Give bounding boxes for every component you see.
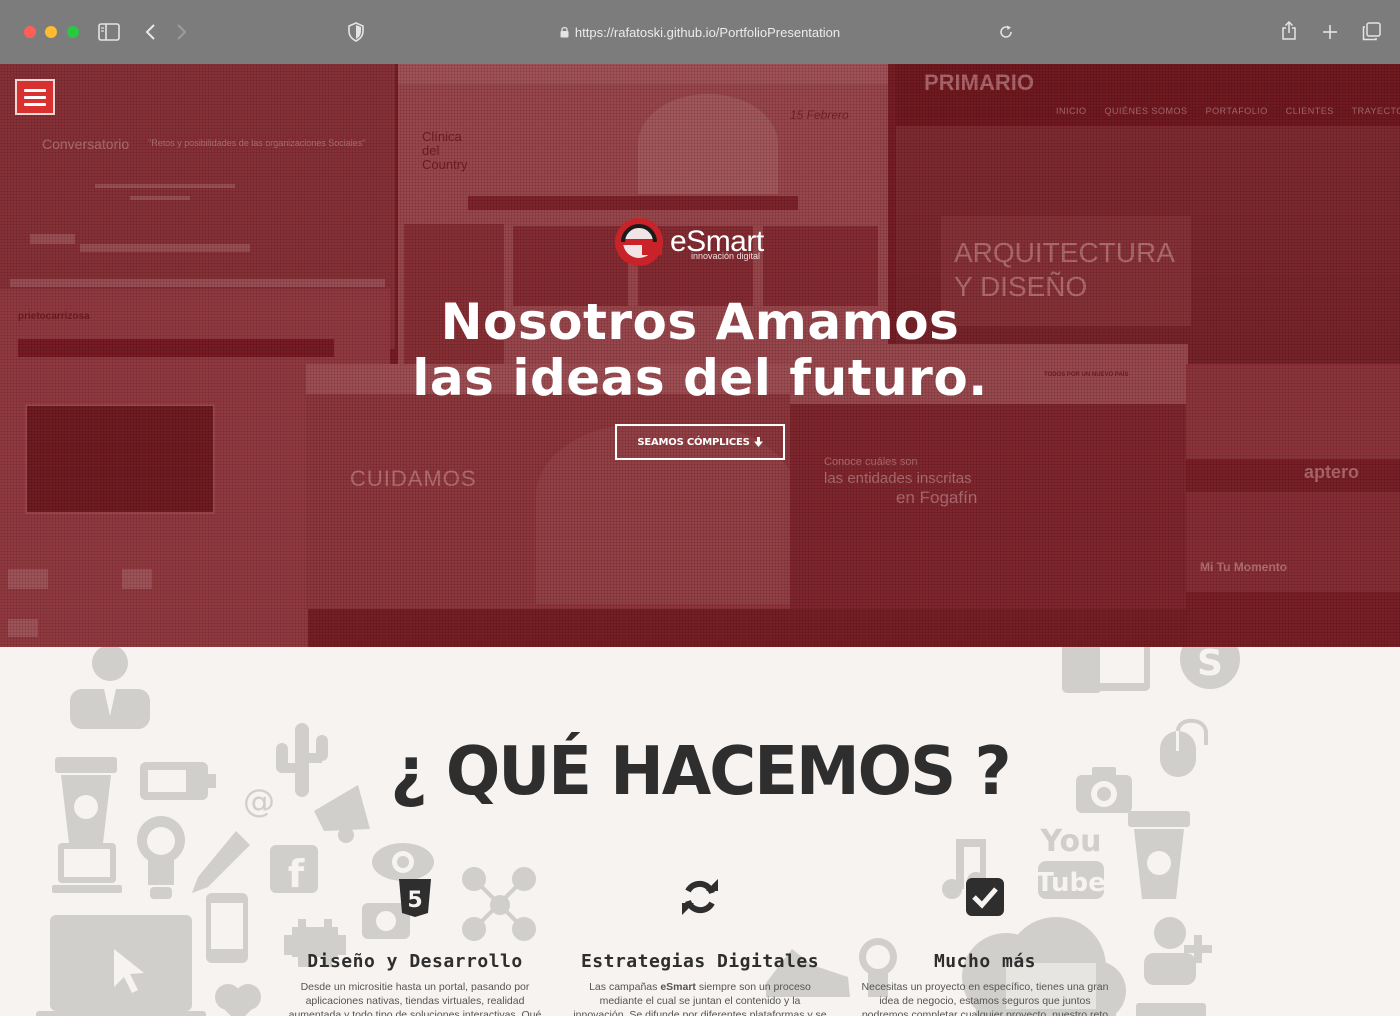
lock-icon: [560, 26, 569, 38]
heart-icon: [215, 984, 261, 1016]
lightbulb-icon: [137, 816, 185, 899]
esmart-e-icon: [615, 218, 663, 266]
cta-label: SEAMOS CÓMPLICES: [637, 436, 750, 448]
shield-icon[interactable]: [348, 22, 364, 42]
devices-icon: [1062, 647, 1150, 693]
forward-icon[interactable]: [176, 23, 188, 41]
coffee-cup-icon: [55, 757, 117, 843]
keyboard-icon: [1136, 1003, 1206, 1016]
service-description: Necesitas un proyecto en específico, tie…: [861, 981, 1109, 1016]
screen-sub: Mi Tu Momento: [1200, 560, 1288, 574]
portfolio-screen-aptero: aptero Mi Tu Momento: [1186, 364, 1400, 647]
service-title: Diseño y Desarrollo: [307, 951, 523, 972]
arrow-down-icon: [753, 437, 763, 447]
services-heading: ¿ QUÉ HACEMOS ?: [390, 733, 1011, 811]
smartphone-icon: [206, 893, 248, 963]
screen-line1: Conoce cuáles son: [824, 456, 918, 468]
hero-title-line1: Nosotros Amamos: [440, 293, 960, 351]
computer-mouse-icon: [1160, 718, 1208, 777]
esmart-logo: eSmart innovación digital: [614, 214, 794, 270]
zoom-window-button[interactable]: [67, 26, 79, 38]
screen-title: CUIDAMOS: [350, 466, 477, 491]
hamburger-icon: [24, 88, 46, 92]
html5-icon: 5: [399, 879, 431, 917]
screen-title: Clínica del Country: [422, 129, 468, 172]
battery-icon: [140, 762, 216, 800]
service-design-development: 5 Diseño y Desarrollo Desde un micrositi…: [280, 877, 550, 1016]
services-section: S @ f You Tube ¿ QUÉ HACEMOS ? 5 Diseño …: [0, 647, 1400, 1016]
service-description: Las campañas eSmart siempre son un proce…: [573, 981, 827, 1016]
portfolio-screen-strip: [308, 609, 1188, 647]
screen-title: aptero: [1304, 462, 1360, 482]
skype-icon: S: [1180, 647, 1240, 689]
tabs-icon[interactable]: [1362, 22, 1381, 41]
refresh-icon: [682, 879, 718, 915]
screen-line: "Retos y posibilidades de las organizaci…: [148, 138, 366, 148]
svg-text:S: S: [1197, 647, 1223, 684]
share-icon[interactable]: [1281, 21, 1297, 41]
address-bar[interactable]: https://rafatoski.github.io/PortfolioPre…: [520, 20, 880, 44]
screen-title: Conversatorio: [42, 136, 130, 152]
coffee-cup-right-icon: [1128, 811, 1190, 899]
add-user-icon: [1144, 917, 1212, 985]
service-digital-strategies: Estrategias Digitales Las campañas eSmar…: [565, 877, 835, 1016]
svg-text:@: @: [243, 785, 275, 819]
svg-text:You: You: [1040, 824, 1102, 859]
svg-text:5: 5: [407, 888, 422, 913]
url-text: https://rafatoski.github.io/PortfolioPre…: [574, 24, 841, 40]
service-title: Mucho más: [933, 951, 1037, 972]
screen-nav: INICIO QUIÉNES SOMOS PORTAFOLIO CLIENTES…: [1056, 106, 1400, 116]
eye-icon: [372, 843, 434, 881]
laptop-cursor-icon: [36, 915, 206, 1016]
screen-line3: en Fogafín: [896, 488, 978, 507]
browser-toolbar: https://rafatoski.github.io/PortfolioPre…: [0, 0, 1400, 64]
at-sign-icon: @: [243, 785, 275, 819]
sidebar-icon[interactable]: [98, 23, 120, 41]
hero-section: Conversatorio "Retos y posibilidades de …: [0, 64, 1400, 647]
reload-icon[interactable]: [999, 25, 1013, 39]
menu-button[interactable]: [15, 79, 55, 115]
new-tab-icon[interactable]: [1322, 24, 1338, 40]
hero-title: Nosotros Amamos las ideas del futuro.: [300, 294, 1100, 406]
screen-line2: las entidades inscritas: [824, 470, 972, 487]
service-much-more: Mucho más Necesitas un proyecto en espec…: [850, 877, 1120, 1016]
seamos-complices-button[interactable]: SEAMOS CÓMPLICES: [615, 424, 785, 460]
service-title: Estrategias Digitales: [580, 951, 820, 972]
back-icon[interactable]: [144, 23, 156, 41]
minimize-window-button[interactable]: [45, 26, 57, 38]
hero-title-line2: las ideas del futuro.: [412, 349, 988, 407]
checkbox-icon: [966, 878, 1004, 916]
service-description: Desde un micrositie hasta un portal, pas…: [288, 981, 542, 1016]
screen-title: PRIMARIO: [924, 70, 1034, 95]
businessman-icon: [70, 647, 150, 729]
screen-title: prietocarrizosa: [18, 311, 90, 322]
pencil-icon: [192, 831, 250, 893]
screen-date: 15 Febrero: [790, 108, 849, 122]
close-window-button[interactable]: [24, 26, 36, 38]
brand-tagline: innovación digital: [691, 251, 761, 261]
laptop-icon: [52, 843, 122, 893]
